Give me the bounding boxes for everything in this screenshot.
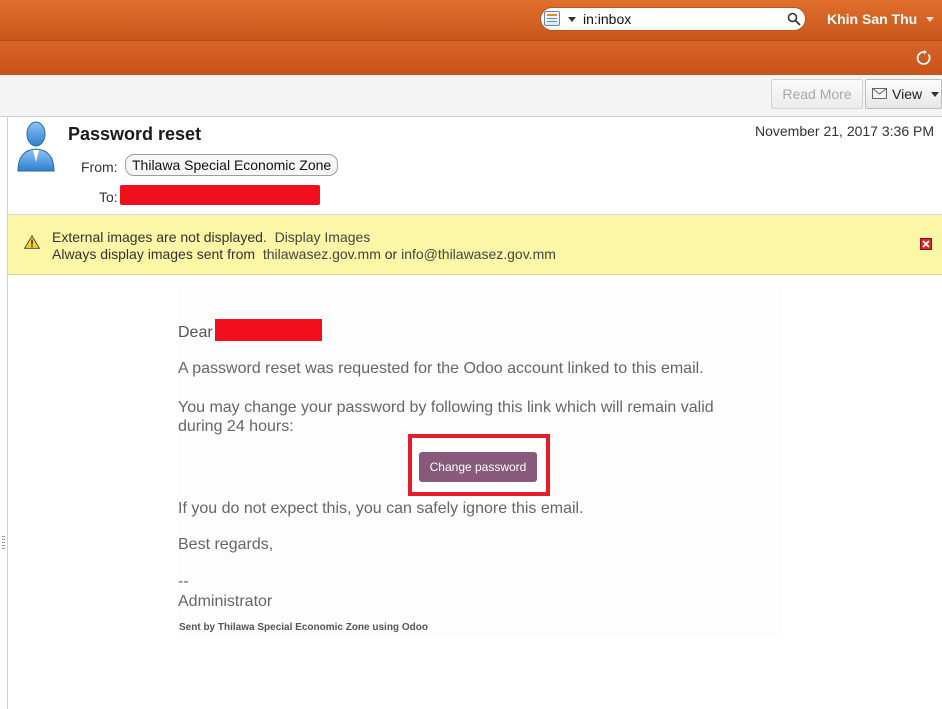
user-menu-chevron-icon[interactable] xyxy=(926,17,934,22)
trust-domain-link[interactable]: thilawasez.gov.mm xyxy=(263,246,381,262)
message-subject: Password reset xyxy=(68,124,202,144)
warning-text: External images are not displayed. xyxy=(52,229,267,245)
recipient-name-redacted xyxy=(215,319,322,341)
from-label: From: xyxy=(81,159,118,175)
to-label: To: xyxy=(99,189,118,205)
message-date: November 21, 2017 3:36 PM xyxy=(755,123,934,139)
chevron-down-icon xyxy=(931,92,939,97)
refresh-icon[interactable] xyxy=(916,50,932,66)
read-more-button[interactable]: Read More xyxy=(771,79,863,109)
remote-images-warning: External images are not displayed. Displ… xyxy=(8,215,942,275)
body-paragraph-3: If you do not expect this, you can safel… xyxy=(178,500,584,517)
signature-name: Administrator xyxy=(178,593,273,610)
greeting: Dear xyxy=(178,324,213,341)
envelope-icon xyxy=(872,88,887,99)
search-icon[interactable] xyxy=(787,12,801,26)
contact-avatar-icon xyxy=(17,121,55,172)
message-body: Dear A password reset was requested for … xyxy=(8,276,942,709)
user-menu[interactable]: Khin San Thu xyxy=(827,11,917,27)
body-paragraph-1: A password reset was requested for the O… xyxy=(178,360,704,377)
chevron-down-icon xyxy=(568,17,576,22)
recipient-redacted xyxy=(120,185,320,205)
warning-line-1: External images are not displayed. Displ… xyxy=(52,229,370,245)
email-content: Dear A password reset was requested for … xyxy=(178,288,782,636)
change-password-button[interactable]: Change password xyxy=(419,452,537,482)
closing: Best regards, xyxy=(178,536,274,553)
trust-sender-link[interactable]: info@thilawasez.gov.mm xyxy=(401,246,556,262)
search-input[interactable] xyxy=(583,10,783,28)
body-paragraph-2: You may change your password by followin… xyxy=(178,399,714,435)
display-images-link[interactable]: Display Images xyxy=(275,229,371,245)
warning-icon xyxy=(24,235,40,249)
search-options-button[interactable] xyxy=(544,11,580,27)
view-button[interactable]: View xyxy=(865,79,942,109)
search-options-icon xyxy=(544,11,560,26)
sent-by-footer: Sent by Thilawa Special Economic Zone us… xyxy=(179,622,428,633)
sender-chip[interactable]: Thilawa Special Economic Zone xyxy=(125,154,339,176)
task-bar xyxy=(0,40,942,75)
signature-separator: -- xyxy=(178,573,189,590)
top-bar: Khin San Thu xyxy=(0,0,942,40)
always-display-text: Always display images sent from xyxy=(52,246,256,262)
view-button-label: View xyxy=(892,86,923,102)
or-text: or xyxy=(384,246,398,262)
pane-splitter-handle[interactable] xyxy=(2,536,5,550)
warning-line-2: Always display images sent from thilawas… xyxy=(52,246,556,262)
message-toolbar: Read More View xyxy=(0,75,942,117)
close-icon[interactable] xyxy=(920,238,932,250)
search-box xyxy=(540,7,806,31)
message-header: Password reset November 21, 2017 3:36 PM… xyxy=(8,117,942,215)
